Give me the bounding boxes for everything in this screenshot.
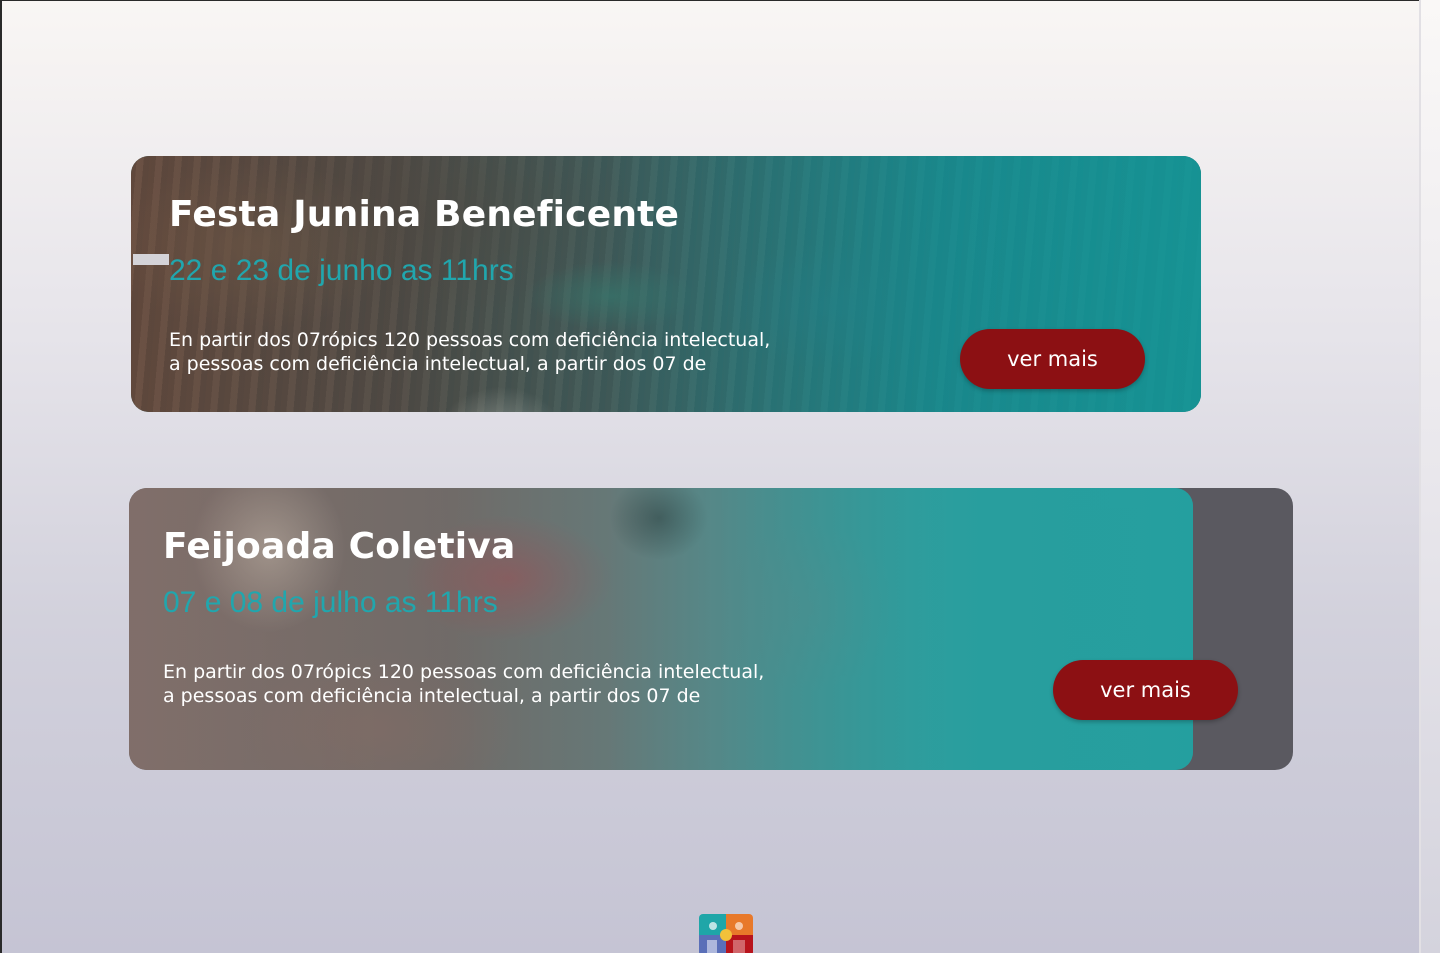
right-margin-strip <box>1421 0 1440 953</box>
event-description-line: a pessoas com deficiência intelectual, a… <box>163 685 701 707</box>
event-date: 07 e 08 de julho as 11hrs <box>163 586 498 619</box>
event-description: En partir dos 07rópics 120 pessoas com d… <box>163 660 764 708</box>
ver-mais-button[interactable]: ver mais <box>1053 660 1238 720</box>
page-background: Festa Junina Beneficente 22 e 23 de junh… <box>0 0 1440 953</box>
event-card-feijoada: Feijoada Coletiva 07 e 08 de julho as 11… <box>129 488 1293 770</box>
colorful-puzzle-logo-icon[interactable] <box>699 914 753 953</box>
event-title: Festa Junina Beneficente <box>169 194 680 235</box>
event-description-line: En partir dos 07rópics 120 pessoas com d… <box>169 329 771 351</box>
event-description-line: a pessoas com deficiência intelectual, a… <box>169 353 707 375</box>
ver-mais-button[interactable]: ver mais <box>960 329 1145 389</box>
slider-indicator[interactable] <box>133 254 169 265</box>
event-date: 22 e 23 de junho as 11hrs <box>169 254 514 287</box>
event-title: Feijoada Coletiva <box>163 526 516 567</box>
event-card-festa-junina: Festa Junina Beneficente 22 e 23 de junh… <box>131 156 1201 412</box>
event-description-line: En partir dos 07rópics 120 pessoas com d… <box>163 661 765 683</box>
event-description: En partir dos 07rópics 120 pessoas com d… <box>169 328 770 376</box>
